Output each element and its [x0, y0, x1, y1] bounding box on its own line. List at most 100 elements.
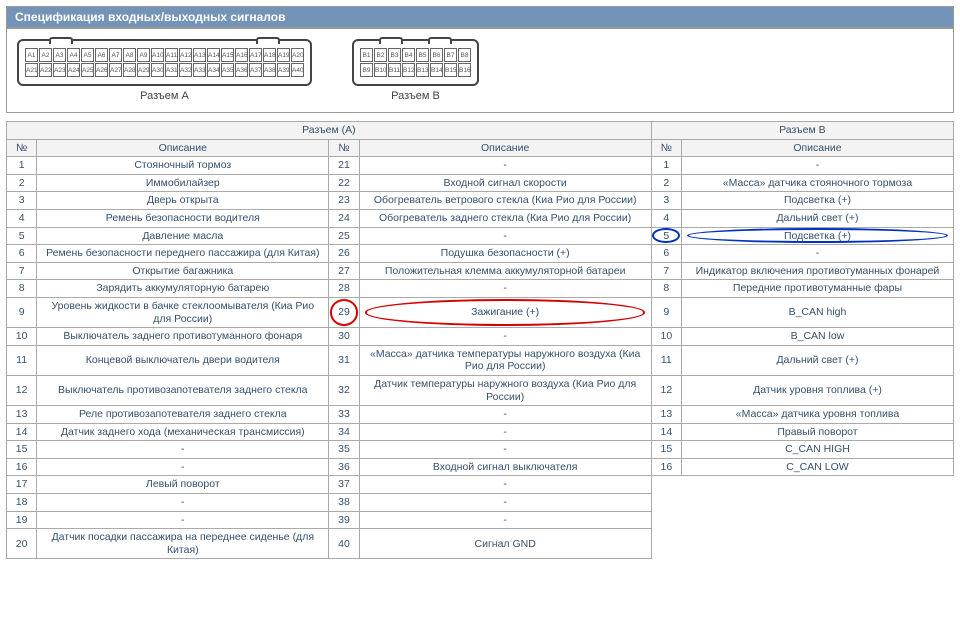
cell-a2n: 35 — [329, 441, 359, 459]
table-row: 3Дверь открыта23Обогреватель ветрового с… — [7, 192, 954, 210]
cell-a2n: 33 — [329, 406, 359, 424]
cell-bd: Датчик уровня топлива (+) — [681, 375, 953, 405]
cell-a2n: 37 — [329, 476, 359, 494]
cell-bn: 10 — [651, 328, 681, 346]
cell-a1d: - — [37, 458, 329, 476]
cell-a1d: Дверь открыта — [37, 192, 329, 210]
table-row: 9Уровень жидкости в бачке стеклоомывател… — [7, 297, 954, 327]
cell-bn: 12 — [651, 375, 681, 405]
cell-bn: 7 — [651, 262, 681, 280]
table-row: 19-39- — [7, 511, 954, 529]
table-row: 5Давление масла25-5Подсветка (+) — [7, 227, 954, 245]
cell-a1n: 16 — [7, 458, 37, 476]
pin: A38 — [263, 63, 276, 77]
pin: B1 — [360, 48, 373, 62]
cell-a1d: Давление масла — [37, 227, 329, 245]
connector-a: A1A2A3A4A5A6A7A8A9A10A11A12A13A14A15A16A… — [17, 39, 312, 102]
table-header-desc: Описание — [681, 139, 953, 157]
pin: A21 — [25, 63, 38, 77]
cell-bn: 14 — [651, 423, 681, 441]
cell-a2n: 21 — [329, 157, 359, 175]
cell-a1n: 2 — [7, 174, 37, 192]
table-row: 2Иммобилайзер22Входной сигнал скорости2«… — [7, 174, 954, 192]
cell-bd: «Масса» датчика стояночного тормоза — [681, 174, 953, 192]
cell-a1n: 15 — [7, 441, 37, 459]
cell-a1d: Датчик заднего хода (механическая трансм… — [37, 423, 329, 441]
pin: A27 — [109, 63, 122, 77]
pin: B10 — [374, 63, 387, 77]
table-row: 12Выключатель противозапотевателя заднег… — [7, 375, 954, 405]
cell-bn: 13 — [651, 406, 681, 424]
cell-a1d: - — [37, 511, 329, 529]
cell-a2n: 36 — [329, 458, 359, 476]
connector-b-label: Разъем B — [352, 90, 479, 102]
cell-bd: C_CAN LOW — [681, 458, 953, 476]
table-header-desc: Описание — [37, 139, 329, 157]
pin: B4 — [402, 48, 415, 62]
cell-a2d: - — [359, 157, 651, 175]
pin: A24 — [67, 63, 80, 77]
pin: A23 — [53, 63, 66, 77]
cell-a1d: Открытие багажника — [37, 262, 329, 280]
table-row: 7Открытие багажника27Положительная клемм… — [7, 262, 954, 280]
cell-bd: B_CAN high — [681, 297, 953, 327]
pin: B2 — [374, 48, 387, 62]
pin: A26 — [95, 63, 108, 77]
cell-bd: Дальний свет (+) — [681, 209, 953, 227]
cell-a1n: 11 — [7, 345, 37, 375]
pin: A40 — [291, 63, 304, 77]
cell-a1d: Зарядить аккумуляторную батарею — [37, 280, 329, 298]
pin: A8 — [123, 48, 136, 62]
cell-a1d: Левый поворот — [37, 476, 329, 494]
cell-bd: C_CAN HIGH — [681, 441, 953, 459]
connector-diagram: A1A2A3A4A5A6A7A8A9A10A11A12A13A14A15A16A… — [6, 28, 954, 113]
pin: A15 — [221, 48, 234, 62]
cell-a2n: 26 — [329, 245, 359, 263]
cell-a1n: 4 — [7, 209, 37, 227]
connector-b: B1B2B3B4B5B6B7B8B9B10B11B12B13B14B15B16 … — [352, 39, 479, 102]
table-row: 4Ремень безопасности водителя24Обогреват… — [7, 209, 954, 227]
cell-a2n: 24 — [329, 209, 359, 227]
cell-bn: 9 — [651, 297, 681, 327]
cell-bn: 6 — [651, 245, 681, 263]
pin: A20 — [291, 48, 304, 62]
cell-a2n: 28 — [329, 280, 359, 298]
cell-a2n: 34 — [329, 423, 359, 441]
pin: A11 — [165, 48, 178, 62]
cell-a2d: - — [359, 476, 651, 494]
pin: A34 — [207, 63, 220, 77]
pin: A39 — [277, 63, 290, 77]
connector-a-label: Разъем A — [17, 90, 312, 102]
pin: B3 — [388, 48, 401, 62]
table-header-num: № — [651, 139, 681, 157]
cell-bn: 1 — [651, 157, 681, 175]
cell-a2d: - — [359, 511, 651, 529]
pin: A33 — [193, 63, 206, 77]
cell-a2n: 38 — [329, 494, 359, 512]
cell-a1d: Реле противозапотевателя заднего стекла — [37, 406, 329, 424]
table-row: 14 Датчик заднего хода (механическая тран… — [7, 423, 954, 441]
cell-a2n: 25 — [329, 227, 359, 245]
cell-a2d: Входной сигнал выключателя — [359, 458, 651, 476]
pin: A28 — [123, 63, 136, 77]
cell-a1n: 17 — [7, 476, 37, 494]
table-row: 17Левый поворот37- — [7, 476, 954, 494]
pin: A35 — [221, 63, 234, 77]
cell-a1d: Датчик посадки пассажира на переднее сид… — [37, 529, 329, 559]
cell-a2d: - — [359, 494, 651, 512]
connector-b-box: B1B2B3B4B5B6B7B8B9B10B11B12B13B14B15B16 — [352, 39, 479, 86]
pin: B7 — [444, 48, 457, 62]
table-header-desc: Описание — [359, 139, 651, 157]
pin: A2 — [39, 48, 52, 62]
pin: B11 — [388, 63, 401, 77]
cell-a2n: 32 — [329, 375, 359, 405]
cell-a1n: 9 — [7, 297, 37, 327]
cell-a1d: - — [37, 441, 329, 459]
pin: B9 — [360, 63, 373, 77]
cell-a1n: 18 — [7, 494, 37, 512]
cell-a2d: - — [359, 328, 651, 346]
cell-a1n: 12 — [7, 375, 37, 405]
pin: A9 — [137, 48, 150, 62]
cell-a1d: Концевой выключатель двери водителя — [37, 345, 329, 375]
pinout-table: Разъем (A) Разъем B № Описание № Описани… — [6, 121, 954, 559]
